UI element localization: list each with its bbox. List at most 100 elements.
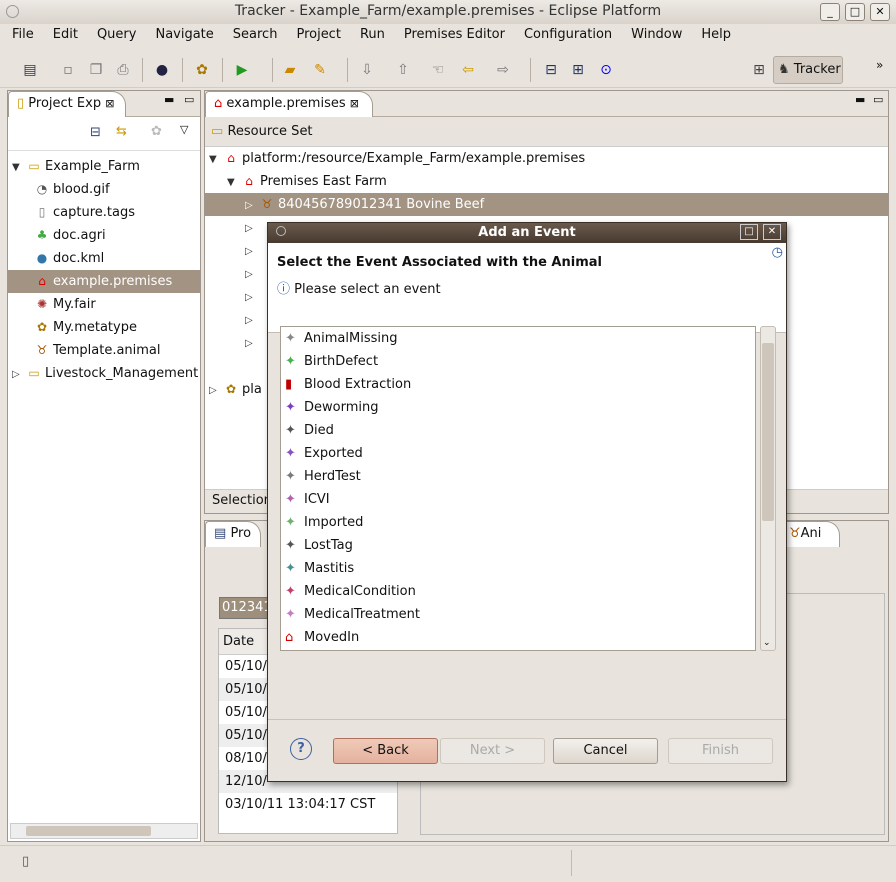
prev-annotation-icon[interactable]: ⇧: [393, 60, 413, 80]
event-item[interactable]: ✦ MedicalCondition: [281, 580, 755, 603]
event-item[interactable]: ✦ LostTag: [281, 534, 755, 557]
dialog-close-button[interactable]: ✕: [763, 224, 781, 240]
cancel-button[interactable]: Cancel: [553, 738, 658, 764]
minimize-view-icon[interactable]: ▬: [164, 93, 174, 106]
collapsed-arrow-icon[interactable]: ▷: [245, 309, 259, 332]
tab-properties[interactable]: ▤ Pro: [205, 521, 261, 547]
forward-icon[interactable]: ⇨: [493, 60, 513, 80]
scroll-down-icon[interactable]: ⌄: [763, 638, 771, 648]
open-perspective-icon[interactable]: ⊞: [749, 60, 769, 80]
tab-project-explorer[interactable]: ▯ Project Exp ⊠: [8, 91, 126, 117]
project-tree-item[interactable]: ▼ ▭ Example_Farm: [8, 155, 200, 178]
event-list[interactable]: ✦ AnimalMissing ✦ BirthDefect ▮ Blood Extract…: [280, 326, 756, 651]
open-folder-icon[interactable]: ▰: [280, 60, 300, 80]
globe-icon[interactable]: ●: [152, 60, 172, 80]
dialog-menu-icon[interactable]: [276, 226, 286, 236]
event-item[interactable]: ✦ Died: [281, 419, 755, 442]
menu-navigate[interactable]: Navigate: [143, 24, 220, 48]
view-menu-icon[interactable]: ▽: [180, 123, 188, 136]
menu-run[interactable]: Run: [348, 24, 392, 48]
gears-icon[interactable]: ✿: [192, 60, 212, 80]
perspective-tracker[interactable]: ♞ Tracker: [773, 56, 843, 84]
menu-configuration[interactable]: Configuration: [512, 24, 619, 48]
fast-view-icon[interactable]: ▯: [22, 854, 29, 869]
expanded-arrow-icon[interactable]: ▼: [12, 156, 26, 179]
tab-animal[interactable]: ♉Ani: [780, 521, 840, 547]
print-icon[interactable]: ⎙: [113, 60, 133, 80]
finish-button[interactable]: Finish: [668, 738, 773, 764]
project-tree-item[interactable]: ♣ doc.agri: [8, 224, 200, 247]
menu-file[interactable]: File: [0, 24, 41, 48]
maximize-view-icon[interactable]: ▭: [184, 93, 194, 106]
menu-search[interactable]: Search: [221, 24, 285, 48]
project-tree-item[interactable]: ● doc.kml: [8, 247, 200, 270]
filter-icon[interactable]: ✿: [151, 124, 162, 139]
tree-row-animal[interactable]: ▷ ♉ 840456789012341 Bovine Beef: [205, 193, 888, 216]
collapsed-arrow-icon[interactable]: ▷: [12, 363, 26, 386]
tab-example-premises[interactable]: ⌂ example.premises ⊠: [205, 91, 373, 117]
collapsed-arrow-icon[interactable]: ▷: [245, 240, 259, 263]
project-tree-item[interactable]: ▷ ▭ Livestock_Management: [8, 362, 200, 385]
link-editor-icon[interactable]: ⇆: [116, 124, 127, 139]
event-item[interactable]: ✦ Mastitis: [281, 557, 755, 580]
project-tree-item[interactable]: ⌂ example.premises: [8, 270, 200, 293]
run-icon[interactable]: ▶: [232, 60, 252, 80]
window-menu-icon[interactable]: [6, 5, 19, 18]
event-item[interactable]: ✦ HerdTest: [281, 465, 755, 488]
tree-row-premises[interactable]: ▼ ⌂ Premises East Farm: [205, 170, 888, 193]
next-annotation-icon[interactable]: ⇩: [357, 60, 377, 80]
project-tree-item[interactable]: ◔ blood.gif: [8, 178, 200, 201]
project-tree-item[interactable]: ✿ My.metatype: [8, 316, 200, 339]
more-perspectives-icon[interactable]: »: [876, 58, 883, 72]
save-all-icon[interactable]: ❐: [86, 60, 106, 80]
horizontal-scrollbar[interactable]: [10, 823, 198, 839]
collapse-all-icon[interactable]: ⊟: [90, 125, 101, 140]
event-item[interactable]: ⌂ MovedIn: [281, 626, 755, 649]
menu-project[interactable]: Project: [284, 24, 347, 48]
event-item[interactable]: ✦ Imported: [281, 511, 755, 534]
project-tree-item[interactable]: ✺ My.fair: [8, 293, 200, 316]
collapsed-arrow-icon[interactable]: ▷: [245, 263, 259, 286]
menu-window[interactable]: Window: [619, 24, 689, 48]
table-row[interactable]: 03/10/11 13:04:17 CST: [219, 793, 397, 816]
next-button[interactable]: Next >: [440, 738, 545, 764]
collapse-icon[interactable]: ⊟: [541, 60, 561, 80]
help-icon[interactable]: ?: [290, 738, 312, 760]
selection-tab[interactable]: Selection: [212, 493, 272, 508]
project-tree-item[interactable]: ▯ capture.tags: [8, 201, 200, 224]
edit-icon[interactable]: ✎: [310, 60, 330, 80]
close-tab-icon[interactable]: ⊠: [105, 97, 114, 110]
collapsed-arrow-icon[interactable]: ▷: [245, 332, 259, 355]
minimize-button[interactable]: _: [820, 3, 840, 21]
back-button[interactable]: < Back: [333, 738, 438, 764]
last-edit-icon[interactable]: ☜: [428, 60, 448, 80]
event-item[interactable]: ✦ BirthDefect: [281, 350, 755, 373]
event-item[interactable]: ▮ Blood Extraction: [281, 373, 755, 396]
maximize-button[interactable]: □: [845, 3, 865, 21]
event-item[interactable]: ✦ ICVI: [281, 488, 755, 511]
event-item[interactable]: ✦ Exported: [281, 442, 755, 465]
collapsed-arrow-icon[interactable]: ▷: [245, 217, 259, 240]
menu-query[interactable]: Query: [85, 24, 144, 48]
collapsed-arrow-icon[interactable]: ▷: [245, 286, 259, 309]
new-icon[interactable]: ▤: [20, 60, 40, 80]
dialog-maximize-button[interactable]: □: [740, 224, 758, 240]
expand-icon[interactable]: ⊞: [568, 60, 588, 80]
event-item[interactable]: ✦ MedicalTreatment: [281, 603, 755, 626]
target-icon[interactable]: ⊙: [596, 60, 616, 80]
scroll-thumb[interactable]: [762, 343, 774, 521]
save-icon[interactable]: ▫: [58, 60, 78, 80]
close-button[interactable]: ✕: [870, 3, 890, 21]
maximize-view-icon[interactable]: ▭: [873, 93, 883, 106]
close-tab-icon[interactable]: ⊠: [350, 97, 359, 110]
tree-row-root[interactable]: ▼ ⌂ platform:/resource/Example_Farm/exampl…: [205, 147, 888, 170]
menu-help[interactable]: Help: [689, 24, 738, 48]
minimize-view-icon[interactable]: ▬: [855, 93, 865, 106]
event-item[interactable]: ✦ Deworming: [281, 396, 755, 419]
back-icon[interactable]: ⇦: [458, 60, 478, 80]
project-tree-item[interactable]: ♉ Template.animal: [8, 339, 200, 362]
event-item[interactable]: ✦ AnimalMissing: [281, 327, 755, 350]
event-list-scrollbar[interactable]: ⌄: [760, 326, 776, 651]
menu-edit[interactable]: Edit: [41, 24, 85, 48]
menu-premises-editor[interactable]: Premises Editor: [392, 24, 512, 48]
